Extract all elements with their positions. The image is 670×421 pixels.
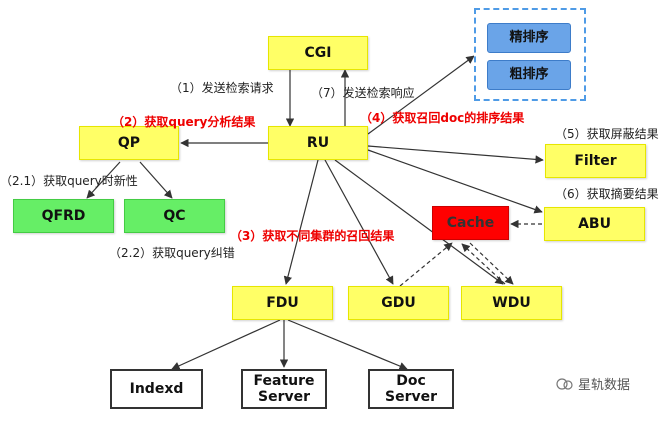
- label-step-2: （2）获取query分析结果: [112, 115, 256, 129]
- label-step-5: （5）获取屏蔽结果: [555, 127, 659, 141]
- wdu-node: WDU: [461, 286, 562, 320]
- dashed-arrow-wdu-to-cache: [461, 243, 506, 285]
- label-step-7: （7）发送检索响应: [311, 86, 415, 100]
- label-step-3: （3）获取不同集群的召回结果: [230, 229, 395, 243]
- arrow-fdu-to-doc-server: [287, 319, 408, 371]
- filter-node: Filter: [545, 144, 646, 178]
- dashed-arrow-cache-to-wdu: [469, 242, 514, 285]
- abu-node: ABU: [544, 207, 645, 241]
- label-step-1: （1）发送检索请求: [170, 81, 274, 95]
- indexd-node: Indexd: [110, 369, 203, 409]
- arrow-fdu-to-indexd: [171, 319, 281, 370]
- wechat-icon: [556, 377, 573, 390]
- coarse-rank-node: 粗排序: [487, 60, 571, 90]
- arrow-ru-to-fdu: [283, 159, 319, 285]
- label-step-2-2: （2.2）获取query纠错: [109, 246, 235, 260]
- label-step-4: （4）获取召回doc的排序结果: [360, 111, 525, 125]
- arrow-ru-to-filter: [367, 145, 544, 164]
- qfrd-node: QFRD: [13, 199, 114, 233]
- fdu-node: FDU: [232, 286, 333, 320]
- feature-server-node: Feature Server: [241, 369, 327, 409]
- label-step-2-1: （2.1）获取query时新性: [0, 174, 138, 188]
- architecture-diagram: 精排序 粗排序 CGI RU QP QFRD QC Filter ABU Cac…: [0, 0, 670, 421]
- arrow-ru-to-abu: [367, 149, 543, 214]
- brand-text: 星轨数据: [578, 378, 631, 393]
- cgi-node: CGI: [268, 36, 368, 70]
- dashed-arrow-gdu-to-cache: [399, 242, 453, 287]
- ru-node: RU: [268, 126, 368, 160]
- gdu-node: GDU: [348, 286, 449, 320]
- doc-server-node: Doc Server: [368, 369, 454, 409]
- cache-node: Cache: [432, 206, 509, 240]
- fine-rank-node: 精排序: [487, 23, 571, 53]
- arrow-ru-to-gdu: [324, 159, 394, 285]
- arrow-qp-to-qc: [139, 161, 173, 199]
- brand-watermark: 星轨数据: [556, 374, 630, 393]
- label-step-6: （6）获取摘要结果: [555, 187, 659, 201]
- qp-node: QP: [79, 126, 179, 160]
- qc-node: QC: [124, 199, 225, 233]
